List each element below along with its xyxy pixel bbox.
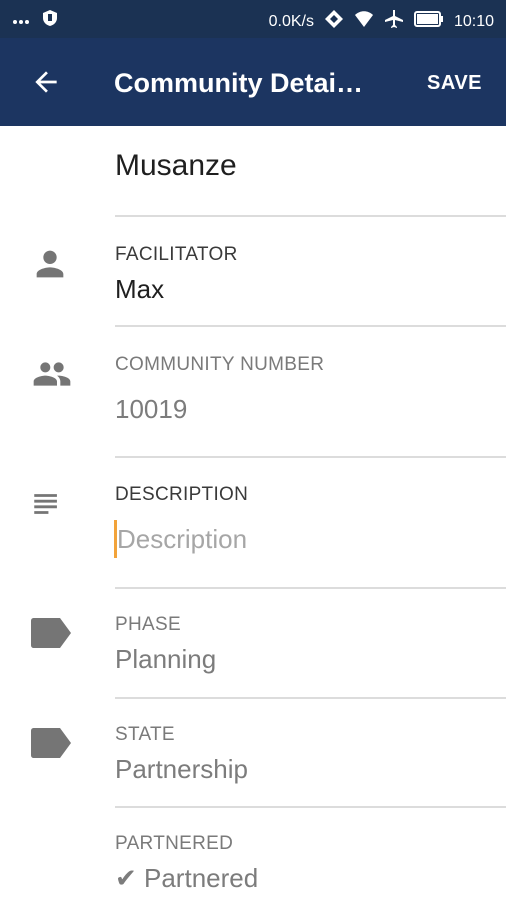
divider (115, 456, 506, 458)
notes-icon (30, 487, 64, 526)
state-value[interactable]: Partnership (115, 753, 248, 785)
clock: 10:10 (453, 12, 494, 30)
facilitator-value[interactable]: Max (115, 273, 164, 305)
divider (115, 215, 506, 217)
airplane-icon (384, 9, 404, 34)
page-title: Community Detai… (114, 68, 364, 98)
arrow-back-icon (30, 71, 62, 102)
community-number-value: 10019 (115, 394, 188, 424)
dots-icon (12, 12, 30, 30)
state-label: STATE (115, 724, 175, 745)
label-tag-icon (30, 726, 72, 765)
divider (115, 325, 506, 327)
description-label: DESCRIPTION (115, 484, 249, 505)
shield-icon (42, 9, 58, 32)
status-bar: 0.0K/s 10:10 (0, 0, 506, 38)
group-icon (30, 354, 74, 399)
back-button[interactable] (30, 66, 62, 98)
community-number-label: COMMUNITY NUMBER (115, 354, 325, 375)
divider (115, 587, 506, 589)
app-bar: Community Detai… SAVE (0, 38, 506, 126)
wifi-icon (354, 10, 374, 33)
description-input[interactable]: Description (117, 523, 247, 555)
battery-icon (413, 11, 444, 32)
partnered-label: PARTNERED (115, 833, 234, 854)
partnered-checkbox[interactable]: ✔ Partnered (115, 862, 258, 894)
network-speed: 0.0K/s (268, 12, 314, 30)
divider (115, 806, 506, 808)
phase-label: PHASE (115, 614, 181, 635)
community-name-field[interactable]: Musanze (115, 146, 237, 186)
divider (115, 697, 506, 699)
label-tag-icon (30, 616, 72, 655)
data-icon (324, 9, 344, 34)
save-button[interactable]: SAVE (427, 70, 482, 96)
phase-value[interactable]: Planning (115, 643, 216, 675)
person-icon (30, 244, 70, 289)
facilitator-label: FACILITATOR (115, 244, 238, 265)
